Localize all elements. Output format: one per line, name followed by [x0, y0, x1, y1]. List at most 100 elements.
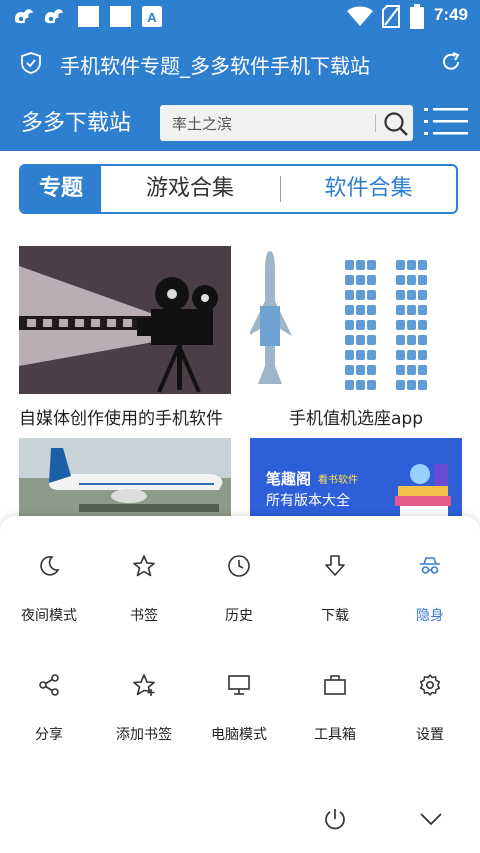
card-title: 手机值机选座app: [289, 409, 423, 429]
menu-list-icon[interactable]: [424, 107, 468, 137]
seat: [356, 260, 365, 270]
no-sim-icon: [382, 5, 400, 28]
seat: [356, 335, 365, 345]
seat: [345, 260, 354, 270]
card-image-biquge-banner: 笔趣阁 看书软件 所有版本大全: [250, 438, 462, 518]
seat: [396, 290, 405, 300]
status-bar: A 7:49: [0, 0, 480, 33]
browser-menu-sheet: 夜间模式 书签 历史 下载 隐身 分享 添加书签 电脑模式 工具箱 设置: [0, 516, 480, 853]
seat: [345, 350, 354, 360]
shield-check-icon[interactable]: [20, 51, 42, 75]
seat: [418, 260, 427, 270]
seat: [356, 290, 365, 300]
seat: [367, 320, 376, 330]
seat: [356, 320, 365, 330]
topic-card[interactable]: 笔趣阁 看书软件 所有版本大全: [250, 438, 462, 518]
seat: [356, 305, 365, 315]
app-square-icon: [110, 6, 131, 27]
seat: [396, 260, 405, 270]
seat: [407, 305, 416, 315]
seat: [367, 260, 376, 270]
menu-share[interactable]: 分享: [1, 516, 97, 743]
menu-label: 添加书签: [116, 727, 172, 743]
seat: [396, 275, 405, 285]
topic-card[interactable]: [19, 438, 231, 518]
menu-label: 历史: [225, 608, 253, 624]
seat: [407, 380, 416, 390]
page-title: 手机软件专题_多多软件手机下载站: [60, 54, 370, 78]
tab-topics[interactable]: 专题: [21, 166, 101, 212]
seat: [396, 380, 405, 390]
menu-settings[interactable]: 设置: [382, 516, 478, 743]
seat: [345, 275, 354, 285]
tab-bar: 专题 游戏合集 软件合集: [19, 164, 458, 214]
search-icon[interactable]: [383, 111, 409, 137]
seat: [418, 320, 427, 330]
seat: [418, 350, 427, 360]
seat: [407, 290, 416, 300]
menu-desktop-mode[interactable]: 电脑模式: [191, 516, 287, 743]
seat: [345, 305, 354, 315]
menu-label: 书签: [130, 608, 158, 624]
menu-toolbox[interactable]: 工具箱: [287, 516, 383, 743]
chevron-down-icon[interactable]: [418, 809, 444, 829]
power-icon[interactable]: [323, 807, 347, 831]
seat: [345, 335, 354, 345]
uc-browser-icon: [14, 9, 33, 24]
seat: [396, 305, 405, 315]
share-icon: [39, 674, 59, 696]
uc-browser-icon: [44, 9, 63, 24]
topic-card[interactable]: 手机值机选座app: [250, 246, 462, 436]
card-image-airplane: [19, 438, 231, 518]
search-input[interactable]: 率土之滨: [172, 113, 232, 134]
seat: [367, 335, 376, 345]
menu-label: 下载: [321, 608, 349, 624]
card-title: 自媒体创作使用的手机软件: [19, 409, 223, 429]
refresh-icon[interactable]: [440, 51, 462, 73]
menu-add-bookmark[interactable]: 添加书签: [96, 516, 192, 743]
seat: [418, 380, 427, 390]
app-square-icon: [78, 6, 99, 27]
menu-label: 工具箱: [314, 727, 356, 743]
seat: [418, 365, 427, 375]
wifi-icon: [347, 6, 373, 26]
seat: [407, 260, 416, 270]
seat: [345, 290, 354, 300]
banner-subtitle: 所有版本大全: [266, 493, 350, 509]
toolbox-icon: [324, 675, 346, 695]
monitor-icon: [228, 675, 250, 695]
battery-icon: [410, 4, 424, 29]
seat: [367, 290, 376, 300]
seat: [367, 305, 376, 315]
seat: [418, 335, 427, 345]
menu-label: 电脑模式: [211, 727, 267, 743]
card-image-seat-map: [250, 246, 462, 394]
banner-illustration: [395, 464, 451, 516]
site-logo[interactable]: 多多下载站: [21, 105, 131, 137]
search-divider: [375, 114, 376, 132]
topic-card[interactable]: 自媒体创作使用的手机软件: [19, 246, 231, 436]
seat: [367, 350, 376, 360]
seat: [418, 305, 427, 315]
seat: [396, 350, 405, 360]
menu-label: 设置: [416, 727, 444, 743]
tab-software-collections[interactable]: 软件合集: [281, 166, 456, 212]
seat: [407, 350, 416, 360]
seat: [356, 275, 365, 285]
star-plus-icon: [133, 674, 155, 696]
seat: [356, 380, 365, 390]
card-image-projector: [19, 246, 231, 394]
tab-game-collections[interactable]: 游戏合集: [101, 166, 279, 212]
seat: [396, 365, 405, 375]
seat: [356, 350, 365, 360]
seat: [345, 365, 354, 375]
banner-tag: 看书软件: [318, 475, 358, 486]
app-a-icon: A: [142, 6, 162, 27]
seat: [396, 320, 405, 330]
seat: [418, 290, 427, 300]
menu-label: 分享: [35, 727, 63, 743]
seat: [407, 320, 416, 330]
svg-text:A: A: [147, 10, 157, 25]
search-box[interactable]: 率土之滨: [160, 105, 413, 141]
menu-label: 隐身: [416, 608, 444, 624]
